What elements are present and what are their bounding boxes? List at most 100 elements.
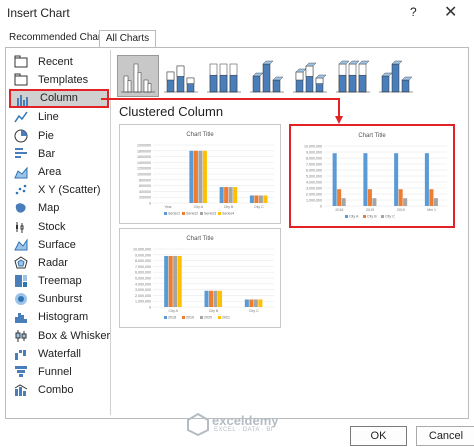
bar [363,153,368,206]
sidebar-item-bar[interactable]: Bar [9,145,109,163]
map-chart-icon [15,203,26,213]
3d-100-stacked-column-icon [336,60,370,93]
subtype-100-stacked-column[interactable] [203,55,245,97]
chart-preview-1[interactable]: Chart Title 1000000 1800000 1600000 1400000 1… [119,124,281,224]
sidebar-item-funnel[interactable]: Funnel [9,363,109,381]
bar [254,195,259,203]
legend-swatch [164,316,167,319]
y-tick-label: 2,000,000 [306,193,322,197]
subtype-3d-stacked-column[interactable] [289,55,331,97]
bar [258,299,263,307]
sunburst-chart-icon [15,293,27,306]
x-tick-label: 2018 [335,208,343,212]
y-tick-label: 1600000 [137,155,151,159]
chart-title: Chart Title [186,132,214,138]
sidebar-item-waterfall[interactable]: Waterfall [9,345,109,363]
sidebar-item-label: Box & Whisker [38,329,111,342]
y-tick-label: 0 [149,202,151,206]
y-tick-label: 1,000,000 [306,199,322,203]
pie-chart-icon [14,129,28,143]
sidebar-item-x-y-scatter[interactable]: X Y (Scatter) [9,181,109,199]
watermark: exceldemy EXCEL · DATA · BI [184,412,294,436]
x-tick-label: City A [168,309,178,313]
funnel-chart-icon [15,366,27,377]
bar [204,290,209,307]
bar [337,189,342,206]
subtype-3d-clustered-column[interactable] [246,55,288,97]
chart-preview-3[interactable]: Chart Title 10,000,000 9,000,000 8,000,000 7… [119,228,281,328]
radar-chart-icon [14,256,28,269]
legend-swatch [218,316,221,319]
sidebar-item-map[interactable]: Map [9,199,109,217]
y-tick-label: 8,000,000 [306,157,322,161]
sidebar-item-pie[interactable]: Pie [9,127,109,145]
cancel-button[interactable]: Cancel [416,426,474,446]
subtype-3d-100-stacked-column[interactable] [332,55,374,97]
y-tick-label: 3,000,000 [135,288,151,292]
sidebar-item-box-whisker[interactable]: Box & Whisker [9,327,111,345]
treemap-chart-icon [15,275,27,288]
subtype-3d-column[interactable] [375,55,417,97]
y-tick-label: 5,000,000 [306,175,322,179]
bar [218,290,223,307]
tab-all-charts[interactable]: All Charts [99,30,156,48]
line-chart-icon [14,111,28,123]
sidebar-item-recent[interactable]: Recent [9,53,109,71]
legend-label: Series3 [204,212,216,216]
sidebar-item-templates[interactable]: Templates [9,71,109,89]
close-button[interactable]: ✕ [444,2,457,22]
bar [224,187,229,203]
watermark-name: exceldemy [212,413,279,428]
y-tick-label: 6,000,000 [306,169,322,173]
help-button[interactable]: ? [410,5,417,19]
sidebar-item-label: Sunburst [38,293,83,306]
bar [198,150,203,203]
sidebar-item-column[interactable]: Column [9,89,109,109]
legend-swatch [363,215,366,218]
sidebar-item-label: Treemap [38,275,82,288]
tab-recommended-charts[interactable]: Recommended Charts [5,30,113,46]
sidebar-item-radar[interactable]: Radar [9,254,109,272]
sidebar-item-area[interactable]: Area [9,163,109,181]
bar [372,198,377,206]
sidebar-item-label: Waterfall [38,347,81,360]
sidebar-item-stock[interactable]: Stock [9,218,109,236]
sidebar-item-treemap[interactable]: Treemap [9,272,109,290]
legend-label: Series4 [222,212,234,216]
bar [367,189,372,206]
bar [398,189,403,206]
divider [110,50,111,415]
bar [244,299,249,307]
bar [168,255,173,307]
bar [249,195,254,203]
sidebar-item-label: X Y (Scatter) [38,184,101,197]
subtype-clustered-column[interactable] [117,55,159,97]
y-tick-label: 1000000 [137,173,151,177]
sidebar-item-label: Column [40,92,78,105]
subtype-stacked-column[interactable] [160,55,202,97]
bar [332,153,337,206]
y-tick-label: 400000 [139,190,151,194]
combo-chart-icon [14,384,28,397]
surface-chart-icon [14,238,28,251]
100-stacked-column-icon [207,63,241,93]
y-tick-label: 10,000,000 [304,145,322,149]
sidebar-item-sunburst[interactable]: Sunburst [9,290,109,308]
bar [177,255,182,307]
sidebar-item-surface[interactable]: Surface [9,236,109,254]
ok-button[interactable]: OK [350,426,407,446]
sidebar-item-combo[interactable]: Combo [9,381,109,399]
folder-icon [14,73,28,86]
sidebar-item-label: Radar [38,256,68,269]
sidebar-item-histogram[interactable]: Histogram [9,308,109,326]
y-tick-label: 0 [320,205,322,209]
chart-preview-2[interactable]: Chart Title 10,000,000 9,000,000 8,000,000 7… [289,124,455,228]
legend-label: City C [385,215,395,219]
sidebar-item-label: Stock [38,220,66,233]
bar [258,195,263,203]
sidebar-item-label: Map [38,202,60,215]
y-tick-label: 3,000,000 [306,187,322,191]
sidebar-item-line[interactable]: Line [9,108,109,126]
bar [209,290,214,307]
bar [202,150,207,203]
